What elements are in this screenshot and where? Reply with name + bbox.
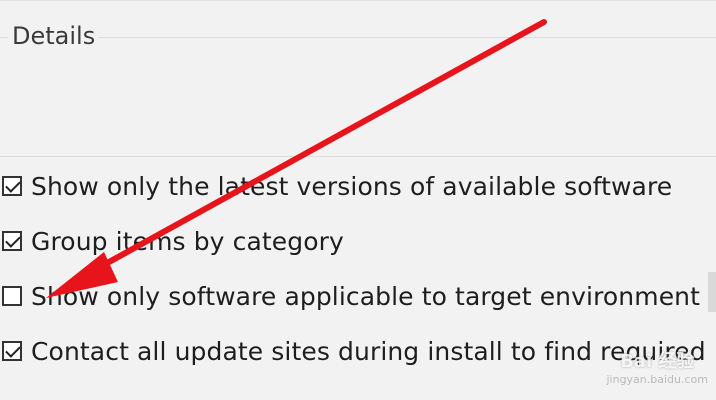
- group-by-category-checkbox[interactable]: [2, 231, 22, 251]
- latest-versions-checkbox[interactable]: [2, 176, 22, 196]
- details-group-frame: [0, 37, 716, 157]
- option-contact-update-sites[interactable]: Contact all update sites during install …: [0, 331, 706, 371]
- watermark-text: Bai 经验: [620, 351, 695, 372]
- group-by-category-label: Group items by category: [31, 226, 344, 256]
- contact-update-sites-checkbox[interactable]: [2, 341, 22, 361]
- option-target-environment[interactable]: Show only software applicable to target …: [0, 276, 700, 316]
- contact-update-sites-label: Contact all update sites during install …: [31, 336, 706, 366]
- latest-versions-label: Show only the latest versions of availab…: [31, 171, 673, 201]
- install-dialog: Details Show only the latest versions of…: [0, 0, 716, 400]
- target-environment-checkbox[interactable]: [2, 286, 22, 306]
- details-legend: Details: [8, 20, 100, 52]
- option-group-by-category[interactable]: Group items by category: [0, 221, 344, 261]
- target-environment-label: Show only software applicable to target …: [31, 281, 701, 311]
- right-edge-panel: [708, 272, 716, 312]
- watermark-url: jingyan.baidu.com: [606, 373, 708, 386]
- option-latest-versions[interactable]: Show only the latest versions of availab…: [0, 166, 672, 206]
- watermark: Bai 经验 jingyan.baidu.com: [606, 347, 708, 386]
- details-group: Details: [0, 0, 716, 157]
